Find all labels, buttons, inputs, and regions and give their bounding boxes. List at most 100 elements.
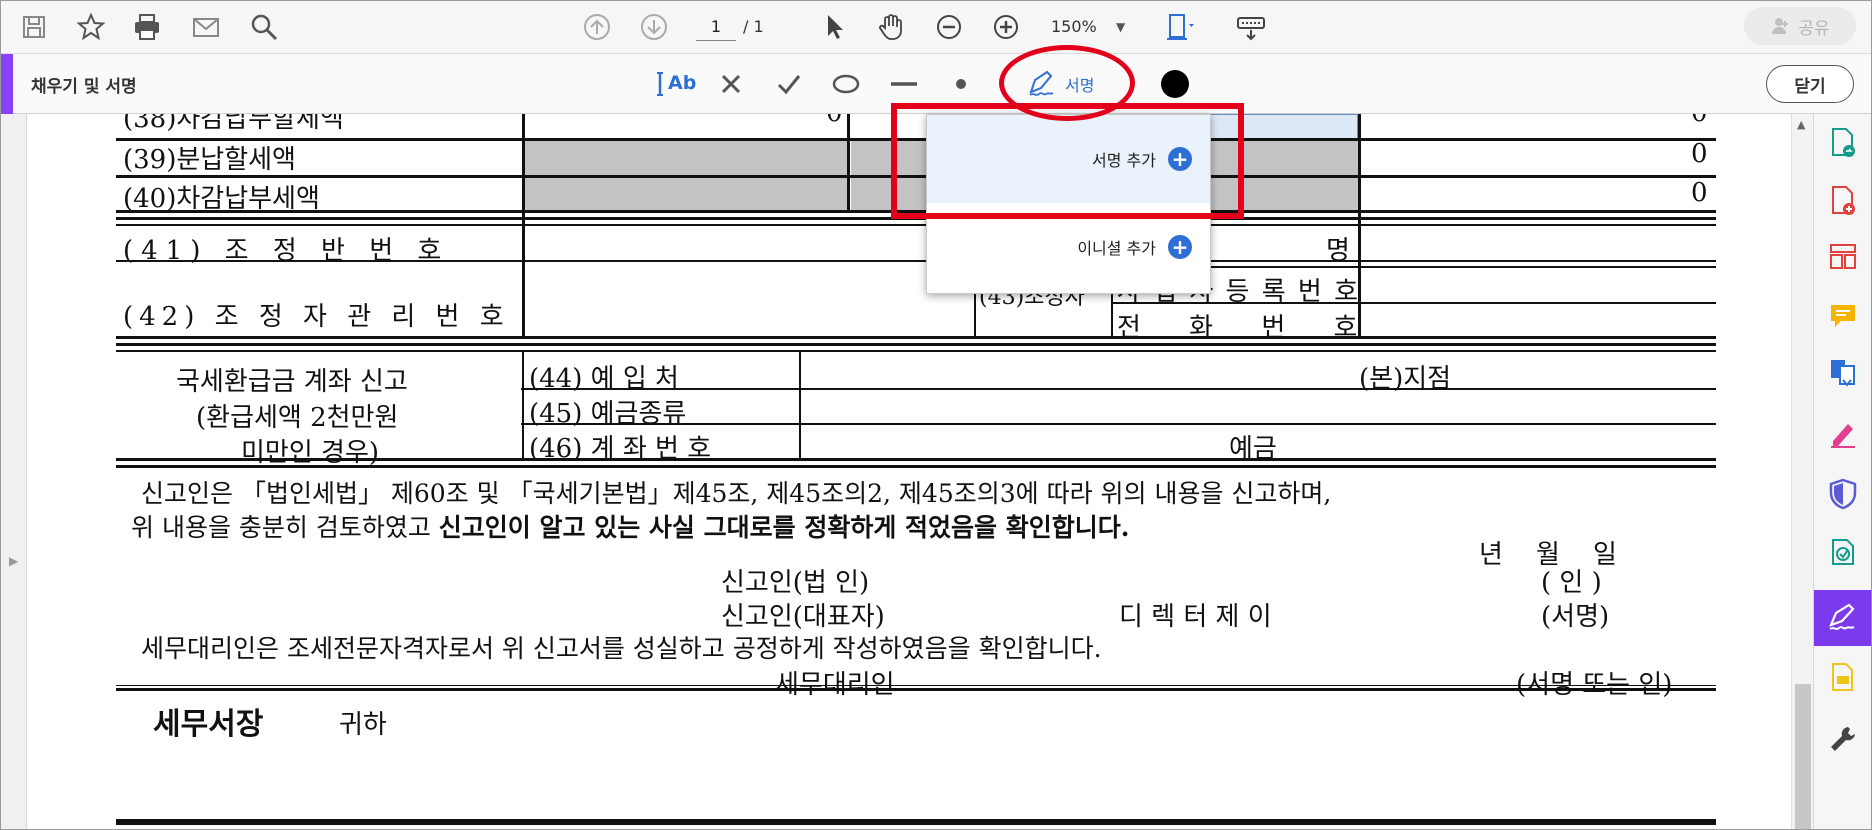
create-pdf-icon[interactable] <box>1826 184 1860 218</box>
plus-circle-icon: + <box>1168 235 1192 259</box>
fill-sign-pen-icon[interactable] <box>1826 417 1860 451</box>
annotation-rectangle <box>891 103 1244 219</box>
comment-icon[interactable] <box>1826 299 1860 333</box>
rule <box>847 114 850 211</box>
dot-tool[interactable] <box>949 67 973 101</box>
declaration-line-1: 신고인은 「법인세법」 제60조 및 「국세기본법」제45조, 제45조의2, … <box>141 479 1332 508</box>
close-button[interactable]: 닫기 <box>1766 65 1854 103</box>
circle-icon <box>832 74 860 94</box>
rule <box>522 352 524 458</box>
row-41-label: (41) 조 정 반 번 호 <box>123 236 450 266</box>
row-38-label: (38)차감납부할세액 <box>123 114 344 134</box>
document-page: (38)차감납부할세액 0 0 (39)분납할세액 0 (40)차감납부세액 0… <box>1 114 1791 829</box>
agent-label: 세무대리인 <box>775 670 895 700</box>
export-pdf-icon[interactable] <box>1826 126 1860 160</box>
right-tools-pane <box>1813 114 1871 829</box>
rule <box>116 224 1716 226</box>
sign-paren-label: (서명) <box>1541 602 1610 632</box>
row-43-phone-label: 전 화 번 호 <box>1117 313 1378 343</box>
tax-office-suffix: 귀하 <box>339 710 387 740</box>
rule <box>522 114 525 336</box>
export-doc-icon[interactable] <box>1826 661 1860 695</box>
fill-sign-active-icon[interactable] <box>1826 601 1860 635</box>
filer-rep-label: 신고인(대표자) <box>721 602 885 632</box>
bookmark-star-icon[interactable] <box>73 9 109 45</box>
page-total: / 1 <box>743 17 764 36</box>
combine-files-icon[interactable] <box>1826 357 1860 391</box>
print-icon[interactable] <box>129 9 165 45</box>
line-tool[interactable] <box>887 67 921 101</box>
rule <box>521 388 1716 390</box>
refund-label-3: 미만인 경우) <box>241 438 380 468</box>
search-icon[interactable] <box>246 9 282 45</box>
add-text-label: Ab <box>668 72 697 94</box>
row-38-value: 0 <box>826 114 843 128</box>
ellipse-tool[interactable] <box>829 67 863 101</box>
check-mark-tool[interactable] <box>774 67 804 101</box>
main-toolbar: 1 / 1 150% ▼ 공유 <box>1 1 1871 54</box>
line-icon <box>891 82 917 86</box>
row-45-label: (45) 예금종류 <box>529 399 687 429</box>
tax-office-label: 세무서장 <box>153 707 264 742</box>
share-label: 공유 <box>1798 18 1830 39</box>
check-icon <box>777 75 801 95</box>
seal-label: ( 인 ) <box>1541 568 1602 598</box>
rule <box>799 352 801 458</box>
cross-icon <box>721 74 741 94</box>
vertical-scrollbar[interactable]: ▲ <box>1791 114 1813 829</box>
color-picker[interactable] <box>1159 67 1191 101</box>
filer-corp-label: 신고인(법 인) <box>721 568 870 598</box>
share-button[interactable]: 공유 <box>1744 7 1856 45</box>
row-38-value: 0 <box>1691 114 1708 128</box>
row-46-label: (46) 계 좌 번 호 <box>529 434 712 464</box>
add-initials-label: 이니셜 추가 <box>1077 239 1156 258</box>
refund-label-1: 국세환급금 계좌 신고 <box>176 367 408 397</box>
page-up-icon[interactable] <box>579 9 615 45</box>
dot-icon <box>956 79 966 89</box>
row-43-name-suffix: 명 <box>1326 236 1350 266</box>
send-for-review-icon[interactable] <box>1826 535 1860 569</box>
refund-label-2: (환급세액 2천만원 <box>196 403 399 433</box>
row-40-label: (40)차감납부세액 <box>123 184 320 214</box>
zoom-out-icon[interactable] <box>931 9 967 45</box>
email-icon[interactable] <box>188 9 224 45</box>
declaration-line-2a: 위 내용을 충분히 검토하였고 <box>131 513 439 542</box>
rule <box>521 423 1716 425</box>
add-text-tool[interactable]: Ab <box>656 67 696 101</box>
keyboard-icon[interactable] <box>1233 9 1269 45</box>
rule <box>116 688 1716 691</box>
protect-shield-icon[interactable] <box>1826 477 1860 511</box>
zoom-in-icon[interactable] <box>988 9 1024 45</box>
hand-icon[interactable] <box>873 9 909 45</box>
organize-pages-icon[interactable] <box>1826 240 1860 274</box>
rule <box>116 819 1716 825</box>
scrollbar-thumb[interactable] <box>1795 684 1811 829</box>
row-44-label: (44) 예 입 처 <box>529 364 679 394</box>
row-44-value: (본)지점 <box>1359 364 1452 394</box>
fill-sign-title: 채우기 및 서명 <box>31 77 137 97</box>
agent-statement: 세무대리인은 조세전문자격자로서 위 신고서를 성실하고 공정하게 작성하였음을… <box>141 634 1102 663</box>
cross-mark-tool[interactable] <box>716 67 746 101</box>
declaration-line-2b: 신고인이 알고 있는 사실 그대로를 정확하게 적었음을 확인합니다. <box>438 513 1130 542</box>
agent-sign-label: (서명 또는 인) <box>1516 670 1673 700</box>
rule <box>116 343 1716 346</box>
acrobat-window: 1 / 1 150% ▼ 공유 채우기 및 서명 Ab 서명 닫기 (38)차감… <box>0 0 1872 830</box>
left-nav-strip[interactable]: ▶ <box>1 114 27 829</box>
chevron-down-icon[interactable]: ▼ <box>1116 13 1125 41</box>
save-icon[interactable] <box>16 9 52 45</box>
add-user-icon <box>1772 18 1789 34</box>
fit-page-icon[interactable] <box>1161 9 1197 45</box>
page-number-input[interactable]: 1 <box>696 13 736 41</box>
scroll-up-icon[interactable]: ▲ <box>1797 118 1805 131</box>
rule <box>116 336 1716 339</box>
row-40-value: 0 <box>1691 178 1708 208</box>
tools-wrench-icon[interactable] <box>1826 722 1860 756</box>
row-39-value: 0 <box>1691 139 1708 169</box>
page-down-icon[interactable] <box>636 9 672 45</box>
row-39-label: (39)분납할세액 <box>123 145 296 175</box>
select-cursor-icon[interactable] <box>816 9 852 45</box>
fill-sign-accent <box>1 54 13 114</box>
declaration-line-2: 위 내용을 충분히 검토하였고 신고인이 알고 있는 사실 그대로를 정확하게 … <box>131 508 1129 544</box>
rule <box>116 685 1716 686</box>
expand-left-icon[interactable]: ▶ <box>9 554 18 568</box>
